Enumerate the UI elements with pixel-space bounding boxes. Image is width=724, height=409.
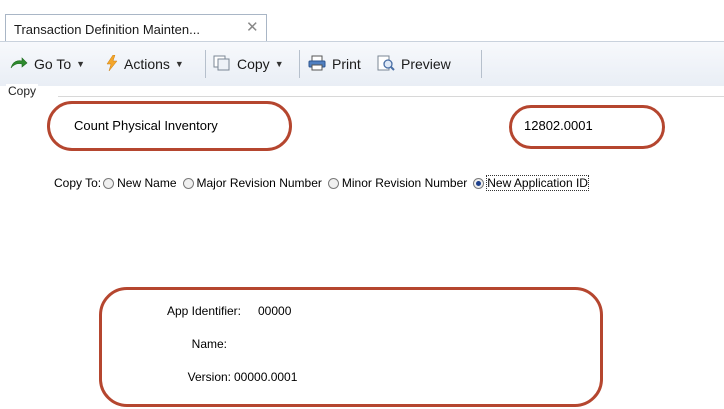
copy-icon	[213, 55, 231, 74]
toolbar-separator	[205, 50, 206, 78]
source-name-value: Count Physical Inventory	[74, 118, 218, 133]
radio-new-application-id[interactable]: New Application ID	[473, 175, 589, 191]
name-value[interactable]	[236, 337, 436, 351]
group-box-border	[58, 96, 724, 97]
version-value[interactable]: 00000.0001	[234, 370, 297, 384]
source-version-value: 12802.0001	[524, 118, 593, 133]
name-label: Name:	[191, 337, 227, 351]
goto-button[interactable]: Go To ▼	[10, 53, 85, 75]
tab-title: Transaction Definition Mainten...	[14, 22, 200, 37]
printer-icon	[308, 55, 326, 74]
copy-to-options: Copy To: New Name Major Revision Number …	[54, 175, 594, 191]
preview-label: Preview	[401, 56, 451, 72]
chevron-down-icon: ▼	[174, 59, 184, 69]
tab-strip: Transaction Definition Mainten... ✕	[0, 0, 724, 42]
toolbar-separator	[299, 50, 300, 78]
copy-button[interactable]: Copy ▼	[213, 53, 284, 75]
radio-selected-icon	[473, 177, 485, 189]
radio-icon	[103, 177, 115, 189]
toolbar-separator	[481, 50, 482, 78]
goto-arrow-icon	[10, 56, 28, 72]
group-box-label: Copy	[6, 84, 39, 98]
toolbar: Go To ▼ Actions ▼ Copy ▼ Print Preview	[0, 42, 724, 86]
chevron-down-icon: ▼	[76, 59, 86, 69]
preview-icon	[377, 55, 395, 74]
version-label: Version:	[187, 370, 231, 384]
preview-button[interactable]: Preview	[377, 53, 451, 75]
radio-new-name[interactable]: New Name	[103, 176, 177, 190]
lightning-icon	[106, 54, 118, 74]
app-identifier-value[interactable]: 00000	[258, 304, 291, 318]
radio-label: Minor Revision Number	[341, 176, 468, 190]
print-label: Print	[332, 56, 361, 72]
tab-transaction-definition[interactable]: Transaction Definition Mainten... ✕	[5, 14, 267, 42]
copy-label: Copy	[237, 56, 270, 72]
radio-label: Major Revision Number	[196, 176, 322, 190]
radio-icon	[182, 177, 194, 189]
print-button[interactable]: Print	[308, 53, 361, 75]
goto-label: Go To	[34, 56, 72, 72]
radio-minor-revision[interactable]: Minor Revision Number	[327, 176, 468, 190]
chevron-down-icon: ▼	[274, 59, 284, 69]
close-icon[interactable]: ✕	[246, 19, 259, 37]
actions-button[interactable]: Actions ▼	[106, 53, 184, 75]
actions-label: Actions	[124, 56, 170, 72]
copy-to-label: Copy To:	[54, 176, 102, 190]
radio-major-revision[interactable]: Major Revision Number	[182, 176, 322, 190]
radio-icon	[327, 177, 339, 189]
radio-label: New Name	[117, 176, 177, 190]
radio-label: New Application ID	[486, 175, 589, 191]
app-identifier-label: App Identifier:	[166, 304, 241, 318]
